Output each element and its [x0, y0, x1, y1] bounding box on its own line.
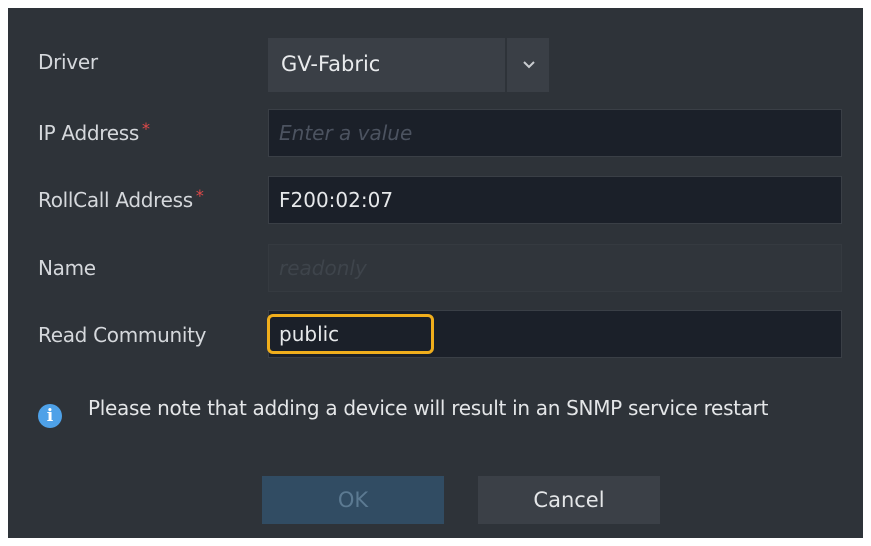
driver-label: Driver [38, 50, 98, 74]
cancel-button[interactable]: Cancel [478, 476, 660, 524]
ok-button[interactable]: OK [262, 476, 444, 524]
required-marker: * [141, 119, 150, 138]
name-label: Name [38, 256, 96, 280]
ip-address-label-text: IP Address [38, 121, 139, 145]
chevron-down-icon [523, 61, 535, 69]
name-input [268, 244, 842, 292]
rollcall-address-label-text: RollCall Address [38, 188, 193, 212]
driver-select-value: GV-Fabric [281, 52, 381, 76]
info-icon: i [38, 404, 62, 428]
rollcall-address-input[interactable] [268, 176, 842, 224]
note-text: Please note that adding a device will re… [88, 396, 769, 420]
ip-address-label: IP Address * [38, 119, 150, 145]
driver-dropdown-toggle[interactable] [505, 38, 549, 92]
name-label-text: Name [38, 256, 96, 280]
add-device-dialog: Driver GV-Fabric IP Address* RollCall Ad… [8, 8, 863, 538]
required-marker: * [195, 186, 204, 205]
driver-label-text: Driver [38, 50, 98, 74]
read-community-input[interactable] [268, 310, 842, 358]
read-community-label: Read Community [38, 323, 206, 347]
ip-address-input[interactable] [268, 109, 842, 157]
rollcall-address-label: RollCall Address * [38, 186, 204, 212]
read-community-label-text: Read Community [38, 323, 207, 347]
driver-select[interactable]: GV-Fabric [268, 38, 549, 92]
